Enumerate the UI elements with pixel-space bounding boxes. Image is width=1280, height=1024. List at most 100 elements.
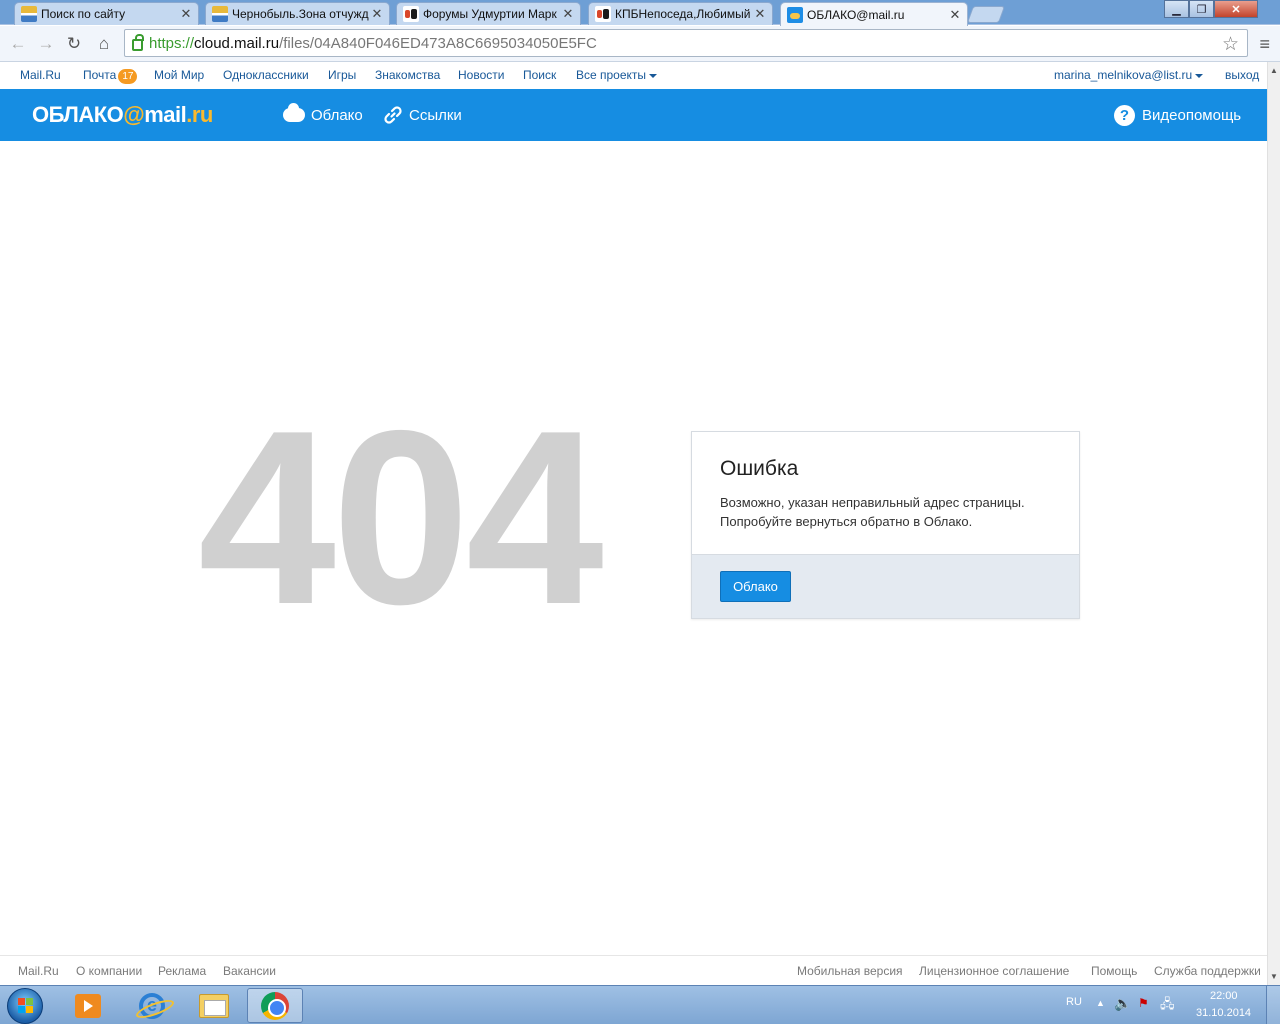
cloud-logo[interactable]: ОБЛАКО@mail.ru <box>32 102 213 128</box>
taskbar-explorer[interactable] <box>186 988 242 1023</box>
footer-link-mobile[interactable]: Мобильная версия <box>797 964 903 978</box>
browser-tab[interactable]: Поиск по сайту ✕ <box>14 2 199 25</box>
chrome-icon <box>261 991 289 1020</box>
portal-navbar: Mail.Ru Почта 17 Мой Мир Одноклассники Иг… <box>0 62 1267 89</box>
browser-menu-icon[interactable]: ≡ <box>1259 34 1270 55</box>
footer-link-license[interactable]: Лицензионное соглашение <box>919 964 1069 978</box>
forum-favicon-icon <box>403 6 419 22</box>
language-indicator[interactable]: RU <box>1066 996 1082 1008</box>
footer-link-jobs[interactable]: Вакансии <box>223 964 276 978</box>
browser-tab[interactable]: Чернобыль.Зона отчужд ✕ <box>205 2 390 25</box>
restore-icon[interactable]: ❐ <box>1189 0 1214 18</box>
error-panel: Ошибка Возможно, указан неправильный адр… <box>691 431 1080 619</box>
taskbar-chrome[interactable] <box>247 988 303 1023</box>
clock-date[interactable]: 31.10.2014 <box>1196 1007 1251 1019</box>
chevron-down-icon <box>649 73 658 78</box>
error-code: 404 <box>198 378 604 656</box>
lock-icon <box>132 34 144 51</box>
minimize-icon[interactable]: ▁ <box>1164 0 1189 18</box>
tab-title: Чернобыль.Зона отчужд <box>232 7 369 21</box>
browser-toolbar: ← → ↻ ⌂ https://cloud.mail.ru/files/04A8… <box>0 26 1280 62</box>
portal-link-games[interactable]: Игры <box>328 68 356 82</box>
nav-cloud-label: Облако <box>311 106 363 124</box>
video-help[interactable]: ? Видеопомощь <box>1114 89 1241 141</box>
logo-mail: mail <box>144 102 187 127</box>
clock-time[interactable]: 22:00 <box>1210 990 1238 1002</box>
portal-link-mailru[interactable]: Mail.Ru <box>20 68 61 82</box>
reload-icon[interactable]: ↻ <box>62 32 86 56</box>
user-email: marina_melnikova@list.ru <box>1054 68 1193 82</box>
folder-icon <box>199 993 229 1018</box>
back-arrow-icon[interactable]: ← <box>6 32 30 56</box>
page-footer: Mail.Ru О компании Реклама Вакансии Моби… <box>0 955 1267 985</box>
tab-close-icon[interactable]: ✕ <box>180 6 192 22</box>
show-desktop-button[interactable] <box>1266 986 1280 1024</box>
footer-link-mailru[interactable]: Mail.Ru <box>18 964 59 978</box>
cloud-header: ОБЛАКО@mail.ru Облако Ссылки ? Видеопомо… <box>0 89 1267 141</box>
scroll-up-icon[interactable]: ▲ <box>1270 66 1278 75</box>
forward-arrow-icon[interactable]: → <box>34 32 58 56</box>
logo-text: ОБЛАКО <box>32 102 124 127</box>
nav-links-label: Ссылки <box>409 106 462 124</box>
tab-close-icon[interactable]: ✕ <box>949 7 961 23</box>
portal-link-dating[interactable]: Знакомства <box>375 68 440 82</box>
internet-explorer-icon: e <box>139 992 165 1019</box>
scroll-down-icon[interactable]: ▼ <box>1270 972 1278 981</box>
user-menu[interactable]: marina_melnikova@list.ru <box>1054 68 1204 82</box>
windows-taskbar: e RU ▲ 🔈 ⚑ 🖧 22:00 31.10.2014 <box>0 985 1280 1024</box>
action-center-icon[interactable]: ⚑ <box>1138 996 1149 1010</box>
question-icon: ? <box>1114 104 1135 126</box>
cloud-icon <box>283 103 305 122</box>
volume-icon[interactable]: 🔈 <box>1114 995 1131 1012</box>
footer-link-help[interactable]: Помощь <box>1091 964 1137 978</box>
portal-link-search[interactable]: Поиск <box>523 68 556 82</box>
portal-link-mail[interactable]: Почта 17 <box>83 68 138 84</box>
footer-link-about[interactable]: О компании <box>76 964 142 978</box>
portal-link-mail-label: Почта <box>83 68 117 82</box>
page-scrollbar[interactable]: ▲ ▼ <box>1267 62 1280 985</box>
video-help-label: Видеопомощь <box>1142 106 1242 124</box>
portal-link-moimir[interactable]: Мой Мир <box>154 68 204 82</box>
tab-title: Форумы Удмуртии Марк <box>423 7 557 21</box>
window-controls: ▁ ❐ ✕ <box>1164 0 1258 18</box>
bar-chart-favicon-icon <box>21 6 37 22</box>
cloud-favicon-icon <box>787 6 803 23</box>
network-icon[interactable]: 🖧 <box>1160 995 1175 1017</box>
address-bar[interactable]: https://cloud.mail.ru/files/04A840F046ED… <box>124 29 1248 57</box>
footer-link-support[interactable]: Служба поддержки <box>1154 964 1261 978</box>
tab-close-icon[interactable]: ✕ <box>754 6 766 22</box>
windows-logo-icon <box>7 987 43 1024</box>
taskbar-media-player[interactable] <box>60 988 116 1023</box>
browser-tab[interactable]: КПБНепоседа,Любимый ✕ <box>588 2 773 25</box>
browser-tab[interactable]: Форумы Удмуртии Марк ✕ <box>396 2 581 25</box>
tab-title: ОБЛАКО@mail.ru <box>807 7 905 22</box>
chevron-down-icon <box>1195 73 1204 78</box>
url-host: cloud.mail.ru <box>194 34 280 52</box>
browser-tab-active[interactable]: ОБЛАКО@mail.ru ✕ <box>780 2 968 26</box>
back-to-cloud-button[interactable]: Облако <box>720 571 791 602</box>
tab-close-icon[interactable]: ✕ <box>371 6 383 22</box>
footer-link-ads[interactable]: Реклама <box>158 964 206 978</box>
mail-count-badge: 17 <box>118 69 138 84</box>
tab-close-icon[interactable]: ✕ <box>562 6 574 22</box>
logout-link[interactable]: выход <box>1225 68 1259 82</box>
taskbar-internet-explorer[interactable]: e <box>124 988 180 1023</box>
tray-expand-icon[interactable]: ▲ <box>1096 998 1105 1008</box>
media-player-icon <box>75 993 101 1018</box>
portal-all-projects[interactable]: Все проекты <box>576 68 658 82</box>
close-window-icon[interactable]: ✕ <box>1214 0 1258 18</box>
logo-ru: .ru <box>186 102 213 127</box>
error-title: Ошибка <box>720 457 799 480</box>
nav-links[interactable]: Ссылки <box>383 89 462 141</box>
bookmark-star-icon[interactable]: ☆ <box>1222 33 1239 56</box>
start-button[interactable] <box>2 986 48 1024</box>
system-tray: RU ▲ 🔈 ⚑ 🖧 22:00 31.10.2014 <box>1050 986 1280 1024</box>
portal-link-news[interactable]: Новости <box>458 68 504 82</box>
home-icon[interactable]: ⌂ <box>92 32 116 56</box>
nav-cloud[interactable]: Облако <box>283 89 363 141</box>
portal-link-ok[interactable]: Одноклассники <box>223 68 309 82</box>
new-tab-button[interactable] <box>966 6 1006 23</box>
url-path: /files/04A840F046ED473A8C6695034050E5FC <box>279 34 597 52</box>
link-icon <box>384 106 402 124</box>
all-projects-label: Все проекты <box>576 68 647 82</box>
